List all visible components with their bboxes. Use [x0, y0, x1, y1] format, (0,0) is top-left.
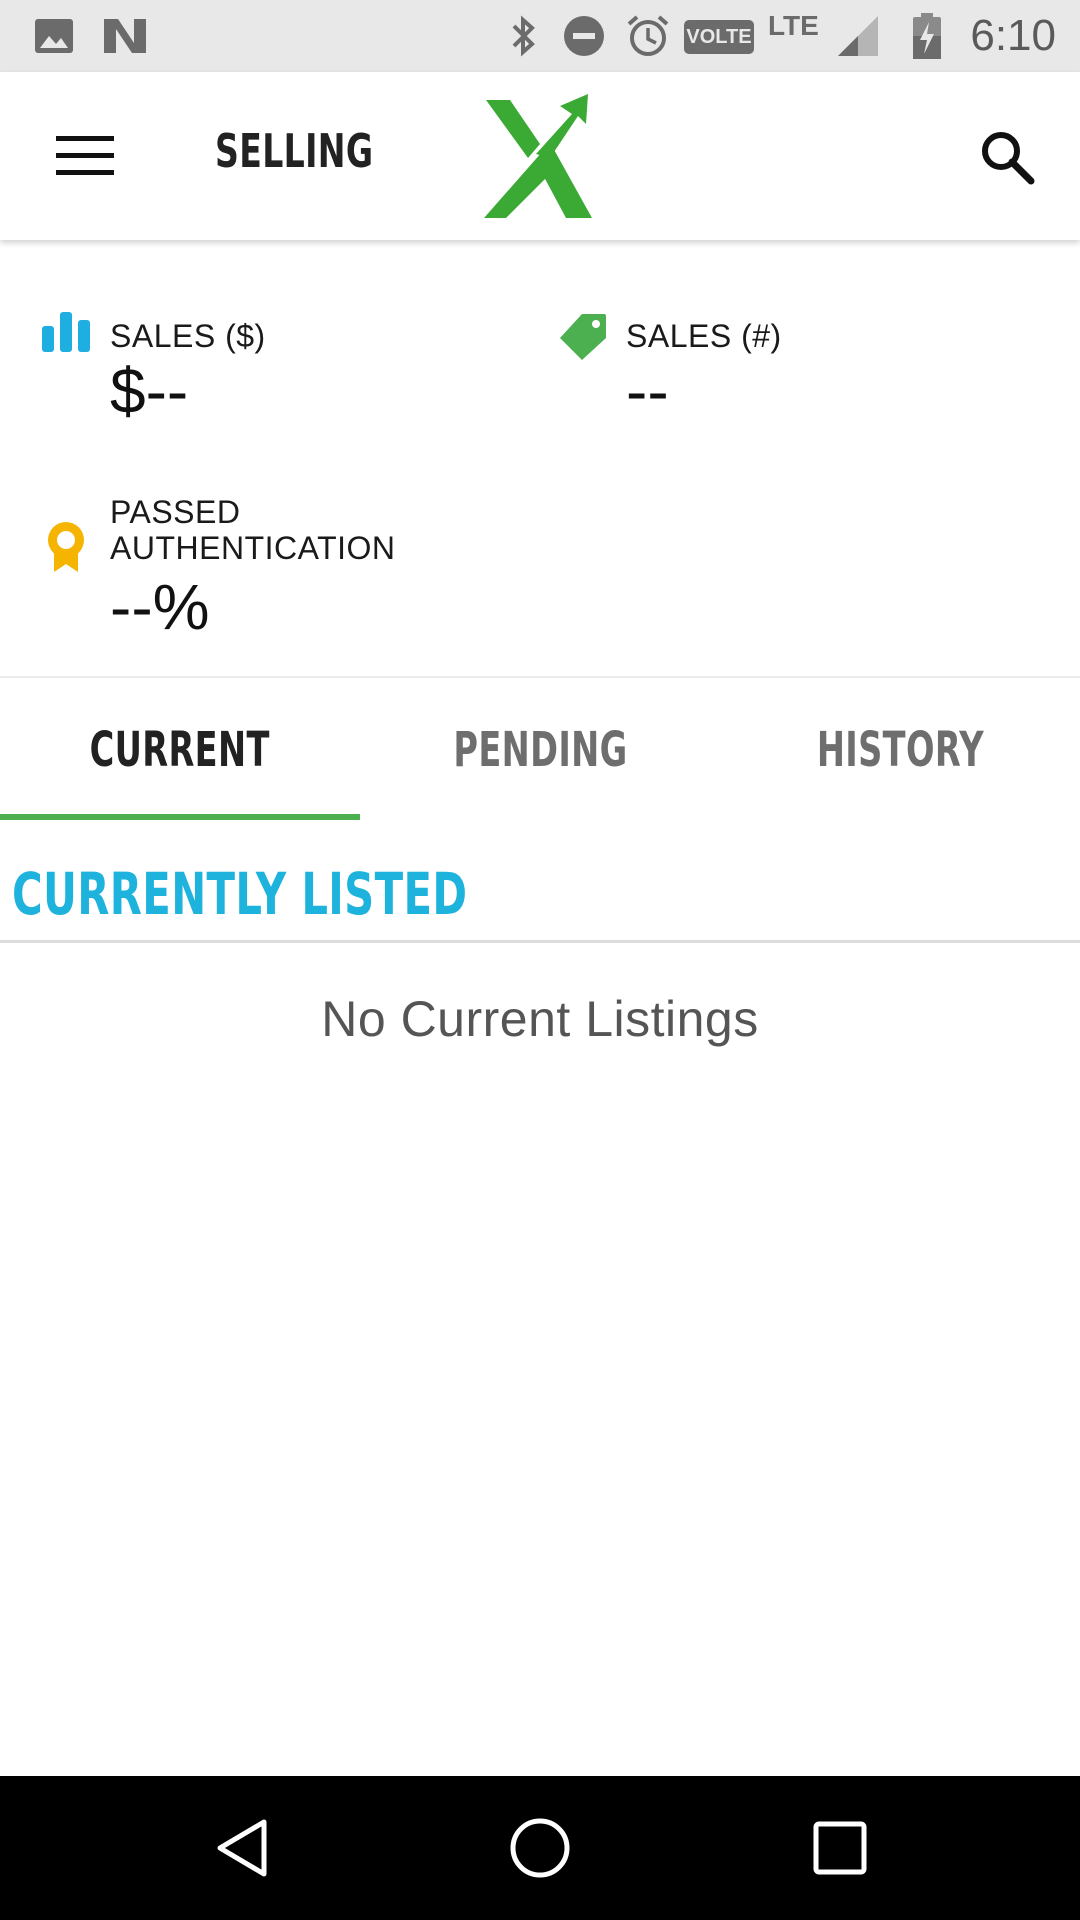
authentication-value: --%	[110, 571, 210, 643]
section-divider	[0, 940, 1080, 943]
empty-state-message: No Current Listings	[321, 991, 759, 1047]
authentication-label-line1: PASSED	[110, 494, 241, 530]
sales-count-value: --	[626, 355, 669, 427]
navigation-bar	[0, 1776, 1080, 1920]
page-title: SELLING	[215, 124, 374, 178]
clock: 6:10	[970, 11, 1056, 60]
sales-count-label: SALES (#)	[626, 318, 782, 354]
authentication-label-line2: AUTHENTICATION	[110, 530, 396, 566]
bluetooth-icon	[508, 0, 540, 72]
signal-icon	[836, 0, 880, 72]
authentication-icon-wrap	[48, 522, 84, 577]
alarm-icon	[626, 0, 670, 72]
sales-dollars-icon-wrap	[42, 312, 92, 357]
sales-dollars-value: $--	[110, 355, 189, 427]
hamburger-menu-icon	[56, 136, 114, 175]
active-tab-indicator	[0, 814, 360, 820]
search-button[interactable]	[970, 120, 1044, 194]
sales-dollars-stat: SALES ($) $--	[110, 318, 266, 426]
award-ribbon-icon	[48, 522, 84, 572]
section-title: CURRENTLY LISTED	[12, 860, 468, 928]
sales-count-icon-wrap	[560, 312, 608, 365]
battery-charging-icon	[912, 0, 942, 72]
home-button[interactable]	[470, 1776, 610, 1920]
tag-icon	[560, 314, 606, 360]
sales-dollars-label: SALES ($)	[110, 318, 266, 354]
do-not-disturb-icon	[562, 0, 606, 72]
tab-history[interactable]: HISTORY	[720, 678, 1080, 822]
stockx-logo[interactable]	[480, 92, 600, 222]
tab-pending-label: PENDING	[452, 722, 628, 778]
search-icon	[982, 132, 1035, 185]
status-bar: VOLTE LTE 6:10	[0, 0, 1080, 72]
bar-chart-icon	[42, 312, 90, 352]
tab-bar: CURRENT PENDING HISTORY	[0, 678, 1080, 822]
authentication-stat: PASSED AUTHENTICATION --%	[110, 494, 396, 642]
screen: VOLTE LTE 6:10 SELLING SALES ($) $-- SAL…	[0, 0, 1080, 1920]
tab-current[interactable]: CURRENT	[0, 678, 360, 822]
back-icon	[217, 1819, 267, 1877]
sales-count-stat: SALES (#) --	[626, 318, 782, 426]
tab-current-label: CURRENT	[89, 722, 271, 778]
app-bar: SELLING	[0, 72, 1080, 240]
menu-button[interactable]	[40, 116, 130, 196]
home-icon	[510, 1818, 570, 1878]
tab-pending[interactable]: PENDING	[360, 678, 720, 822]
recents-button[interactable]	[770, 1776, 910, 1920]
volte-badge: VOLTE	[684, 20, 754, 54]
recents-icon	[813, 1821, 867, 1875]
image-icon	[34, 0, 74, 72]
back-button[interactable]	[172, 1776, 312, 1920]
n-icon	[102, 0, 148, 72]
tab-history-label: HISTORY	[816, 722, 984, 778]
network-type: LTE	[768, 10, 819, 41]
